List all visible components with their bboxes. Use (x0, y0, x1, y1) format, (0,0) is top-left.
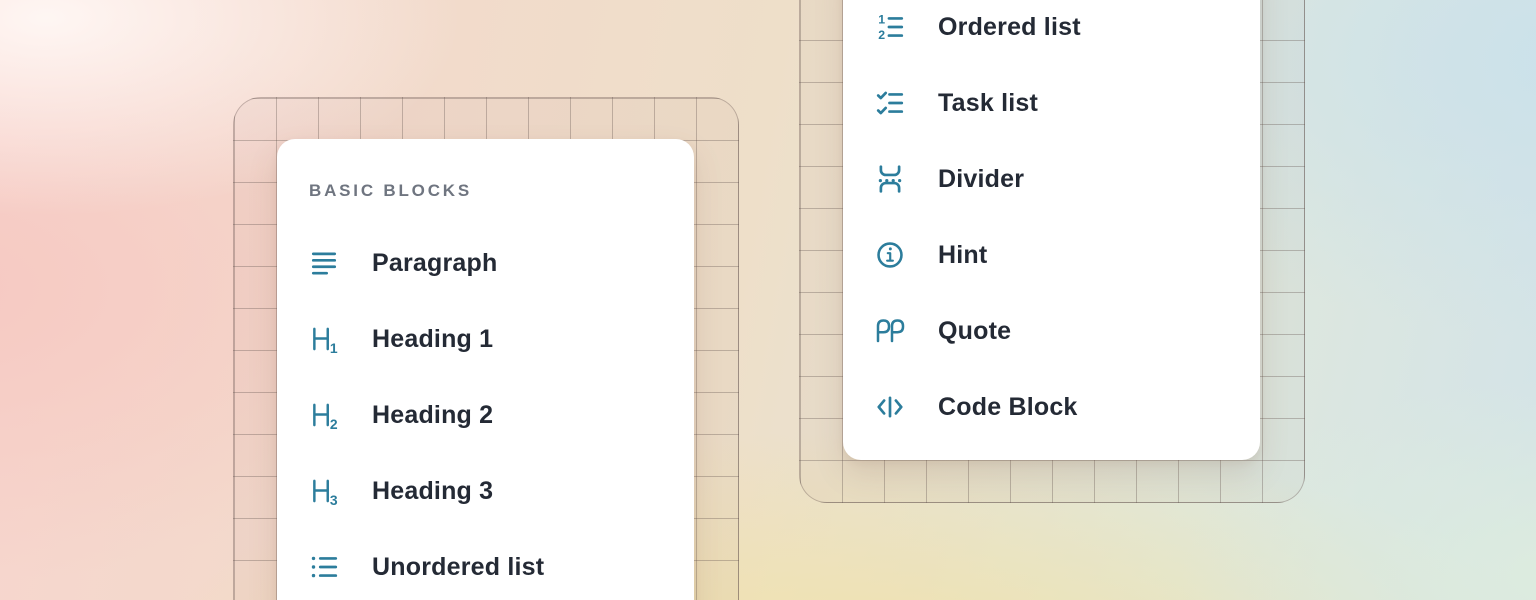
svg-text:2: 2 (330, 416, 338, 430)
svg-text:2: 2 (878, 28, 885, 42)
editor-block-menus-illustration: BASIC BLOCKS Paragraph 1 Heading 1 2 Heading… (0, 0, 1536, 600)
menu-item-label: Task list (938, 89, 1038, 118)
menu-items-more: 12Ordered listTask listDividerHintQuoteC… (843, 0, 1260, 445)
code-block-icon (875, 392, 905, 422)
insert-block-menu-more: 12Ordered listTask listDividerHintQuoteC… (843, 0, 1260, 460)
menu-items-basic: Paragraph 1 Heading 1 2 Heading 2 3 Heading 3 U… (277, 225, 694, 600)
heading-2-icon: 2 (309, 400, 339, 430)
heading-3-icon: 3 (309, 476, 339, 506)
menu-item-label: Paragraph (372, 249, 497, 278)
menu-item-quote[interactable]: Quote (843, 293, 1260, 369)
menu-item-paragraph[interactable]: Paragraph (277, 225, 694, 301)
task-list-icon (875, 88, 905, 118)
svg-text:3: 3 (330, 492, 338, 506)
menu-item-label: Hint (938, 241, 987, 270)
divider-icon (875, 164, 905, 194)
menu-item-label: Quote (938, 317, 1011, 346)
menu-item-unordered-list[interactable]: Unordered list (277, 529, 694, 600)
svg-text:1: 1 (330, 340, 338, 354)
ordered-list-icon: 12 (875, 12, 905, 42)
hint-icon (875, 240, 905, 270)
menu-item-hint[interactable]: Hint (843, 217, 1260, 293)
menu-item-heading-1[interactable]: 1 Heading 1 (277, 301, 694, 377)
menu-item-label: Divider (938, 165, 1024, 194)
menu-item-label: Heading 3 (372, 477, 493, 506)
menu-item-label: Heading 1 (372, 325, 493, 354)
heading-1-icon: 1 (309, 324, 339, 354)
menu-item-code-block[interactable]: Code Block (843, 369, 1260, 445)
unordered-list-icon (309, 552, 339, 582)
menu-item-label: Code Block (938, 393, 1078, 422)
menu-item-label: Ordered list (938, 13, 1081, 42)
menu-item-divider[interactable]: Divider (843, 141, 1260, 217)
quote-icon (875, 316, 905, 346)
menu-item-heading-3[interactable]: 3 Heading 3 (277, 453, 694, 529)
menu-item-label: Unordered list (372, 553, 544, 582)
insert-block-menu-basic: BASIC BLOCKS Paragraph 1 Heading 1 2 Heading… (277, 139, 694, 600)
menu-item-ordered-list[interactable]: 12Ordered list (843, 0, 1260, 65)
svg-text:1: 1 (878, 12, 885, 26)
menu-item-label: Heading 2 (372, 401, 493, 430)
menu-item-task-list[interactable]: Task list (843, 65, 1260, 141)
menu-item-heading-2[interactable]: 2 Heading 2 (277, 377, 694, 453)
paragraph-icon (309, 248, 339, 278)
section-title-basic-blocks: BASIC BLOCKS (309, 175, 694, 207)
